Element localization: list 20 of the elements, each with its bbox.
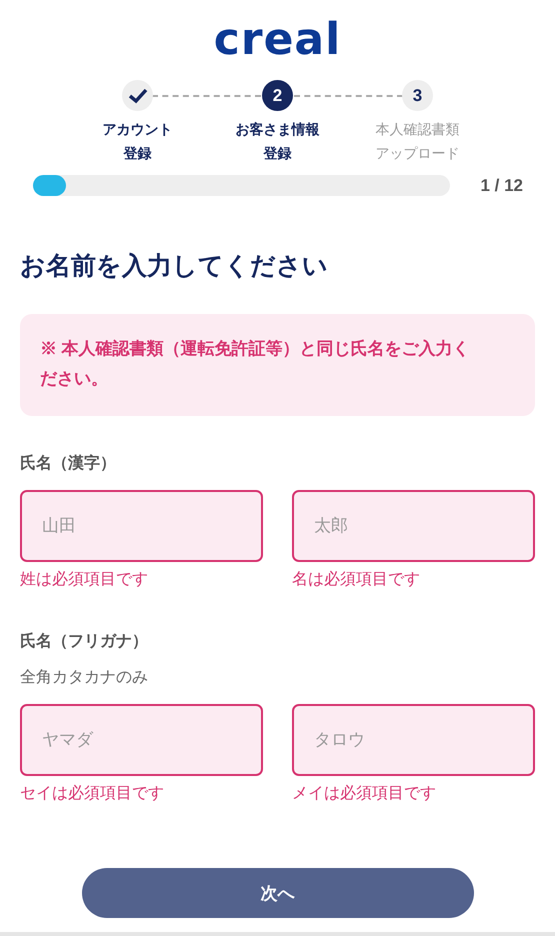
field-hint: 全角カタカナのみ (20, 668, 149, 688)
progress-count: 1 / 12 (480, 176, 523, 196)
input-field[interactable]: ヤマダ (20, 704, 263, 776)
step-label: 本人確認書類 アップロード (376, 120, 460, 163)
error-message: 名は必須項目です (292, 570, 421, 590)
error-message: 姓は必須項目です (20, 570, 149, 590)
input-field[interactable]: 太郎 (292, 490, 535, 562)
field-label: 氏名（フリガナ） (20, 631, 149, 652)
step-label: お客さま情報 登録 (236, 120, 320, 163)
input-field[interactable]: 山田 (20, 490, 263, 562)
error-message: メイは必須項目です (292, 784, 437, 804)
logo: creal (212, 13, 342, 66)
error-message: セイは必須項目です (20, 784, 165, 804)
step-label: アカウント 登録 (102, 120, 172, 163)
step-number: 3 (412, 86, 422, 106)
step-number: 2 (272, 86, 282, 106)
input-field[interactable]: タロウ (292, 704, 535, 776)
page-heading: お名前を入力してください (20, 251, 329, 282)
notice-box: ※ 本人確認書類（運転免許証等）と同じ氏名をご入力ください。 (20, 314, 535, 416)
field-label: 氏名（漢字） (20, 453, 117, 474)
